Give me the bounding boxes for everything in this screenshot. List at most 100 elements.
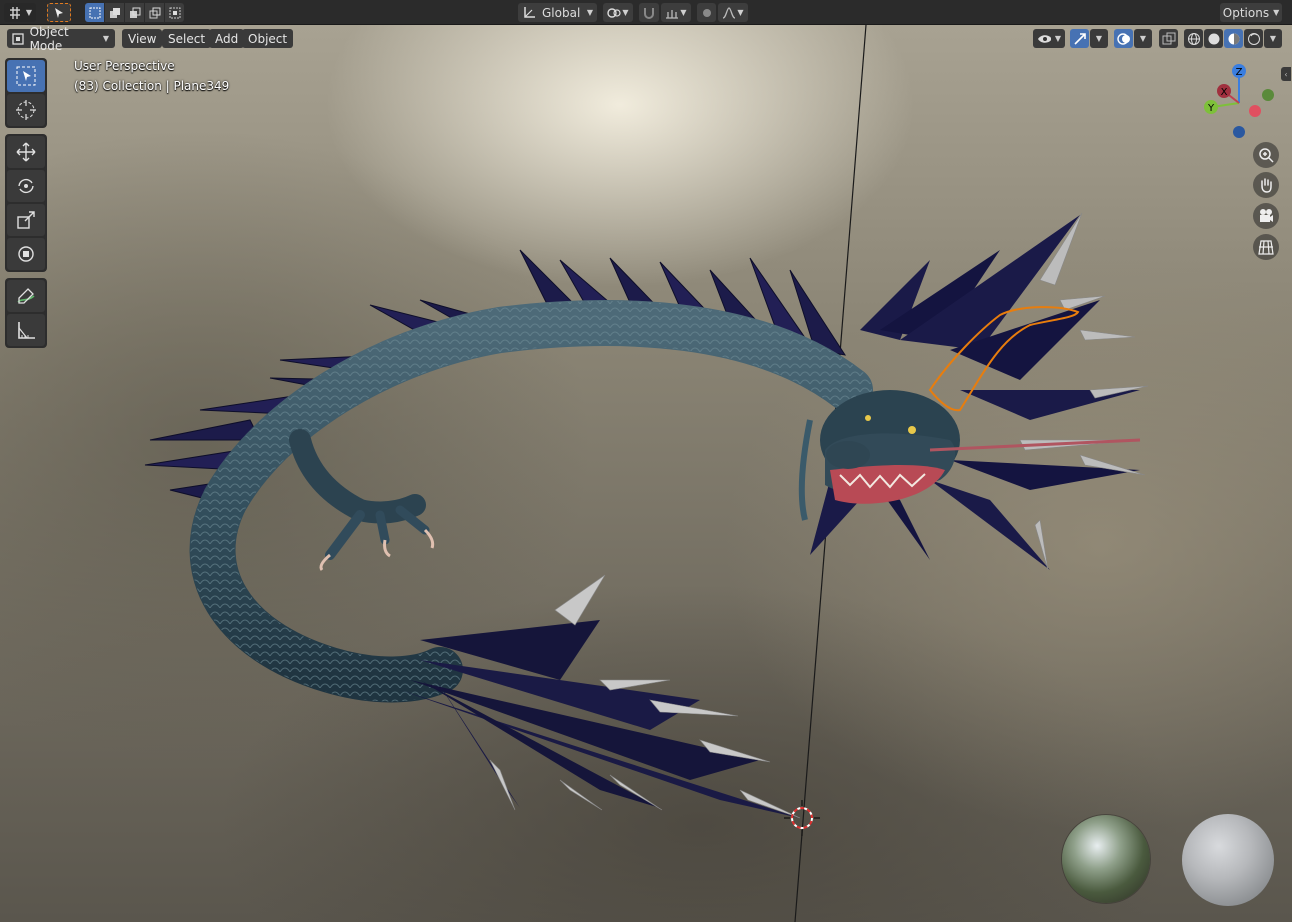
tool-shelf [5, 58, 47, 354]
transform-orientation-dropdown[interactable]: Global ▼ [518, 3, 597, 22]
gizmo-y-label: Y [1207, 103, 1215, 114]
falloff-dropdown[interactable]: ▼ [718, 3, 748, 22]
hdri-reflective-sphere [1062, 815, 1150, 903]
hdri-diffuse-sphere [1182, 814, 1274, 906]
measure-icon [18, 322, 35, 339]
snap-increment-icon [666, 9, 679, 19]
sidebar-toggle[interactable]: ‹ [1281, 67, 1291, 81]
selection-mode-group [85, 3, 184, 22]
mode-invert-button[interactable] [145, 3, 164, 22]
cursor-tool[interactable] [7, 94, 45, 126]
dragon-scales [190, 301, 872, 702]
chevron-down-icon: ▼ [1095, 34, 1103, 43]
shading-dropdown[interactable]: ▼ [1264, 29, 1282, 48]
overlays-icon [1116, 32, 1130, 45]
cursor-arrow-icon [55, 7, 63, 18]
dragon-foreleg [289, 429, 435, 571]
interaction-mode-dropdown[interactable]: Object Mode ▼ [7, 25, 115, 53]
annotate-tool[interactable] [7, 280, 45, 312]
options-label: Options [1222, 5, 1270, 20]
scale-icon [17, 211, 35, 229]
snap-toggle[interactable] [639, 3, 659, 22]
overlays-dropdown[interactable]: ▼ [1134, 29, 1152, 48]
navigation-gizmo[interactable]: Z Y X [1200, 63, 1280, 143]
visibility-dropdown[interactable]: ▼ [1033, 29, 1065, 48]
xray-icon [1162, 32, 1175, 44]
shading-material-button[interactable] [1224, 29, 1243, 48]
measure-tool[interactable] [7, 314, 45, 346]
ortho-toggle-button[interactable] [1253, 234, 1279, 260]
solid-sphere-icon [1208, 33, 1219, 44]
orientation-label: Global [542, 5, 581, 20]
menu-add[interactable]: Add [209, 29, 245, 48]
gizmo-dropdown[interactable]: ▼ [1090, 29, 1108, 48]
top-header-bar: ▼ Global ▼ ▼ ▼ ▼ Options ▼ [0, 0, 1292, 25]
zoom-button[interactable] [1253, 142, 1279, 168]
options-dropdown[interactable]: Options ▼ [1220, 3, 1282, 22]
move-icon [16, 142, 36, 162]
orientation-icon [524, 6, 535, 18]
xray-toggle[interactable] [1159, 29, 1178, 48]
mode-set-button[interactable] [85, 3, 104, 22]
eye-icon [1038, 34, 1051, 43]
extend-icon [109, 7, 120, 18]
3d-viewport[interactable]: Object Mode ▼ View Select Add Object ▼ ▼… [0, 25, 1292, 922]
mode-extend-button[interactable] [105, 3, 124, 22]
shading-wireframe-button[interactable] [1184, 29, 1203, 48]
magnet-icon [644, 7, 654, 19]
menu-select[interactable]: Select [162, 29, 212, 48]
gizmo-z-label: Z [1236, 67, 1243, 78]
transform-tool[interactable] [7, 238, 45, 270]
object-mode-icon [12, 32, 24, 45]
chevron-down-icon: ▼ [680, 8, 687, 17]
pan-button[interactable] [1253, 172, 1279, 198]
zoom-icon [1259, 148, 1274, 163]
select-tool-button[interactable] [47, 3, 71, 22]
select-box-tool[interactable] [7, 60, 45, 92]
dragon-body [189, 300, 873, 703]
annotate-icon [17, 288, 35, 304]
editor-type-icon [9, 6, 20, 19]
scene-render [144, 25, 1149, 922]
tool-group-select [5, 58, 47, 128]
tool-group-transform [5, 134, 47, 272]
shading-rendered-button[interactable] [1244, 29, 1263, 48]
move-tool[interactable] [7, 136, 45, 168]
gizmo-icon [1073, 32, 1086, 45]
cursor-icon [16, 100, 36, 120]
gizmo-neg-z[interactable] [1233, 126, 1245, 138]
overlays-toggle[interactable] [1114, 29, 1133, 48]
gizmo-x-label: X [1221, 87, 1228, 98]
view-name: User Perspective [74, 59, 175, 73]
chevron-down-icon: ▼ [102, 34, 109, 43]
scale-tool[interactable] [7, 204, 45, 236]
mode-subtract-button[interactable] [125, 3, 144, 22]
menu-object[interactable]: Object [242, 29, 294, 48]
chevron-down-icon: ▼ [1054, 34, 1061, 43]
gizmo-neg-x[interactable] [1249, 105, 1261, 117]
chevron-down-icon: ▼ [586, 8, 593, 17]
shading-solid-button[interactable] [1204, 29, 1223, 48]
chevron-down-icon: ▼ [1139, 34, 1147, 43]
set-icon [89, 7, 100, 18]
snap-target-dropdown[interactable]: ▼ [661, 3, 691, 22]
grid-icon [1258, 240, 1274, 255]
gizmo-toggle[interactable] [1070, 29, 1089, 48]
proportional-editing-toggle[interactable] [697, 3, 716, 22]
chevron-down-icon: ▼ [1273, 8, 1280, 17]
select-box-icon [16, 66, 36, 86]
editor-type-button[interactable]: ▼ [4, 3, 36, 22]
hand-icon [1261, 178, 1272, 193]
chevron-down-icon: ▼ [1269, 34, 1277, 43]
menu-view[interactable]: View [122, 29, 163, 48]
gizmo-neg-y[interactable] [1262, 89, 1274, 101]
chevron-down-icon: ▼ [737, 8, 744, 17]
mode-intersect-button[interactable] [165, 3, 184, 22]
rendered-sphere-icon [1247, 32, 1260, 45]
pivot-point-dropdown[interactable]: ▼ [603, 3, 633, 22]
rotate-tool[interactable] [7, 170, 45, 202]
chevron-down-icon: ▼ [622, 8, 629, 17]
camera-view-button[interactable] [1253, 203, 1279, 229]
transform-icon [18, 246, 34, 262]
invert-icon [149, 7, 160, 18]
